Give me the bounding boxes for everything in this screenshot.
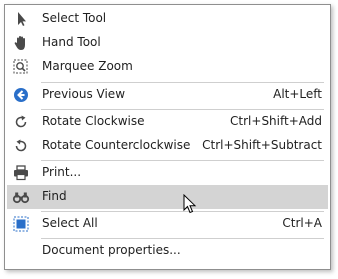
menu-item-document-properties[interactable]: Document properties... <box>5 239 330 263</box>
menu-item-shortcut: Ctrl+Shift+Subtract <box>202 138 322 152</box>
back-arrow-circle-icon <box>12 86 30 104</box>
menu-item-label: Document properties... <box>42 243 181 257</box>
menu-item-marquee-zoom[interactable]: Marquee Zoom <box>5 55 330 79</box>
menu-item-select-all[interactable]: Select All Ctrl+A <box>5 212 330 236</box>
menu-item-label: Hand Tool <box>42 35 101 49</box>
menu-item-label: Select Tool <box>42 11 107 25</box>
menu-item-shortcut: Ctrl+Shift+Add <box>230 114 322 128</box>
hand-icon <box>12 34 30 52</box>
printer-icon <box>12 164 30 182</box>
menu-item-label: Print... <box>42 165 82 179</box>
menu-item-shortcut: Alt+Left <box>273 87 322 101</box>
menu-item-label: Find <box>42 189 67 203</box>
mouse-cursor-icon <box>183 193 197 214</box>
menu-item-find[interactable]: Find <box>7 185 328 209</box>
menu-item-label: Previous View <box>42 87 126 101</box>
context-menu: Select Tool Hand Tool Marquee Zoom Previ… <box>4 4 331 270</box>
menu-item-shortcut: Ctrl+A <box>282 216 322 230</box>
menu-item-rotate-clockwise[interactable]: Rotate Clockwise Ctrl+Shift+Add <box>5 110 330 134</box>
menu-item-label: Rotate Counterclockwise <box>42 138 191 152</box>
arrow-pointer-icon <box>12 10 30 28</box>
menu-item-label: Rotate Clockwise <box>42 114 145 128</box>
menu-item-hand-tool[interactable]: Hand Tool <box>5 31 330 55</box>
rotate-counterclockwise-icon <box>12 137 30 155</box>
menu-item-previous-view[interactable]: Previous View Alt+Left <box>5 83 330 107</box>
menu-item-print[interactable]: Print... <box>5 161 330 185</box>
menu-item-label: Marquee Zoom <box>42 59 133 73</box>
marquee-zoom-icon <box>12 58 30 76</box>
menu-item-rotate-counterclockwise[interactable]: Rotate Counterclockwise Ctrl+Shift+Subtr… <box>5 134 330 158</box>
menu-item-label: Select All <box>42 216 98 230</box>
menu-item-select-tool[interactable]: Select Tool <box>5 7 330 31</box>
binoculars-icon <box>12 188 30 206</box>
select-all-icon <box>12 215 30 233</box>
rotate-clockwise-icon <box>12 113 30 131</box>
